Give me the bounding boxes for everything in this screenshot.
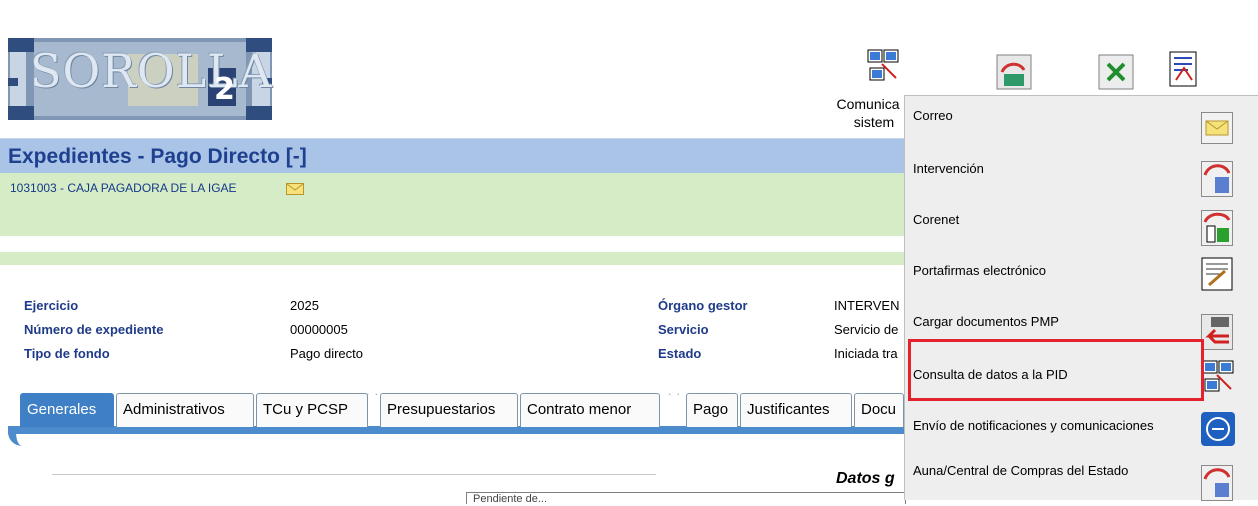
ejercicio-value: 2025 (290, 298, 319, 313)
portafirmas-icon (1201, 257, 1233, 291)
excel-icon[interactable] (1098, 54, 1134, 90)
menu-item-label: Corenet (913, 212, 960, 227)
servicio-value: Servicio de (834, 322, 899, 337)
menu-item-label: Cargar documentos PMP (913, 314, 1059, 329)
organization-bar: 1031003 - CAJA PAGADORA DE LA IGAE (0, 173, 904, 236)
menu-item-correo[interactable]: Correo (905, 96, 1258, 147)
page-title-bar: Expedientes - Pago Directo [-] (0, 138, 904, 173)
estado-input[interactable]: Pendiente de... (466, 492, 906, 504)
tipo-fondo-label: Tipo de fondo (24, 346, 110, 361)
numero-expediente-value: 00000005 (290, 322, 348, 337)
central-compras-icon (1201, 465, 1233, 501)
logo-text: SOROLLA (30, 44, 273, 98)
menu-item-label: Portafirmas electrónico (913, 263, 1046, 278)
estado-label: Estado (658, 346, 702, 361)
menu-item-envio-notificaciones[interactable]: Envío de notificaciones y comunicaciones (905, 402, 1258, 453)
tab-administrativos[interactable]: Administrativos (116, 393, 254, 427)
numero-expediente-label: Número de expediente (24, 322, 164, 337)
communications-menu: Correo Intervención Corenet Portafirmas … (904, 95, 1258, 501)
highlight-box (908, 339, 1204, 401)
menu-item-label: Envío de notificaciones y comunicaciones (913, 418, 1154, 433)
organization-label: 1031003 - CAJA PAGADORA DE LA IGAE (10, 181, 237, 195)
tab-generales[interactable]: Generales (20, 393, 114, 427)
tabs-corner (8, 426, 28, 446)
intervencion-icon (1201, 161, 1233, 197)
sorolla-logo: SOROLLA 2 (8, 38, 272, 120)
notifica-icon (1201, 412, 1235, 446)
org-envelope-icon[interactable] (286, 182, 304, 200)
pid-query-icon (1201, 359, 1234, 392)
tab-separator-dots-2: . . (668, 384, 682, 398)
tab-pago[interactable]: Pago (686, 393, 738, 427)
tab-separator-dots: . . (366, 384, 380, 398)
section-heading: Datos g (836, 470, 895, 487)
separator-bar (0, 252, 904, 265)
tab-justificantes[interactable]: Justificantes (740, 393, 852, 427)
section-divider (52, 474, 656, 475)
envelope-icon (1201, 112, 1233, 144)
menu-item-corenet[interactable]: Corenet (905, 198, 1258, 249)
tab-presupuestarios[interactable]: Presupuestarios (380, 393, 518, 427)
estado-value: Iniciada tra (834, 346, 898, 361)
ejercicio-label: Ejercicio (24, 298, 79, 313)
page-title: Expedientes - Pago Directo [-] (8, 145, 307, 168)
menu-item-central-compras[interactable]: Auna/Central de Compras del Estado (905, 453, 1258, 504)
menu-item-portafirmas[interactable]: Portafirmas electrónico (905, 249, 1258, 300)
menu-item-label: Intervención (913, 161, 984, 176)
forward-icon[interactable] (996, 54, 1032, 90)
report-icon[interactable] (1166, 50, 1202, 87)
tab-documentos[interactable]: Docu (854, 393, 904, 427)
upload-pmp-icon (1201, 314, 1233, 350)
logo-suffix: 2 (214, 72, 235, 107)
menu-item-intervencion[interactable]: Intervención (905, 147, 1258, 198)
servicio-label: Servicio (658, 322, 709, 337)
tab-contrato-menor[interactable]: Contrato menor (520, 393, 660, 427)
organo-gestor-value: INTERVEN (834, 298, 900, 313)
communications-icon[interactable] (866, 48, 902, 84)
comunica-line1: Comunica (836, 96, 900, 112)
comunicaciones-label[interactable]: Comunica sistem (828, 95, 908, 131)
menu-item-label: Correo (913, 108, 953, 123)
organo-gestor-label: Órgano gestor (658, 298, 748, 313)
tab-tcu-pcsp[interactable]: TCu y PCSP (256, 393, 368, 427)
menu-item-label: Auna/Central de Compras del Estado (913, 463, 1129, 478)
tipo-fondo-value: Pago directo (290, 346, 363, 361)
comunica-line2: sistem (853, 114, 895, 130)
corenet-icon (1201, 210, 1233, 246)
